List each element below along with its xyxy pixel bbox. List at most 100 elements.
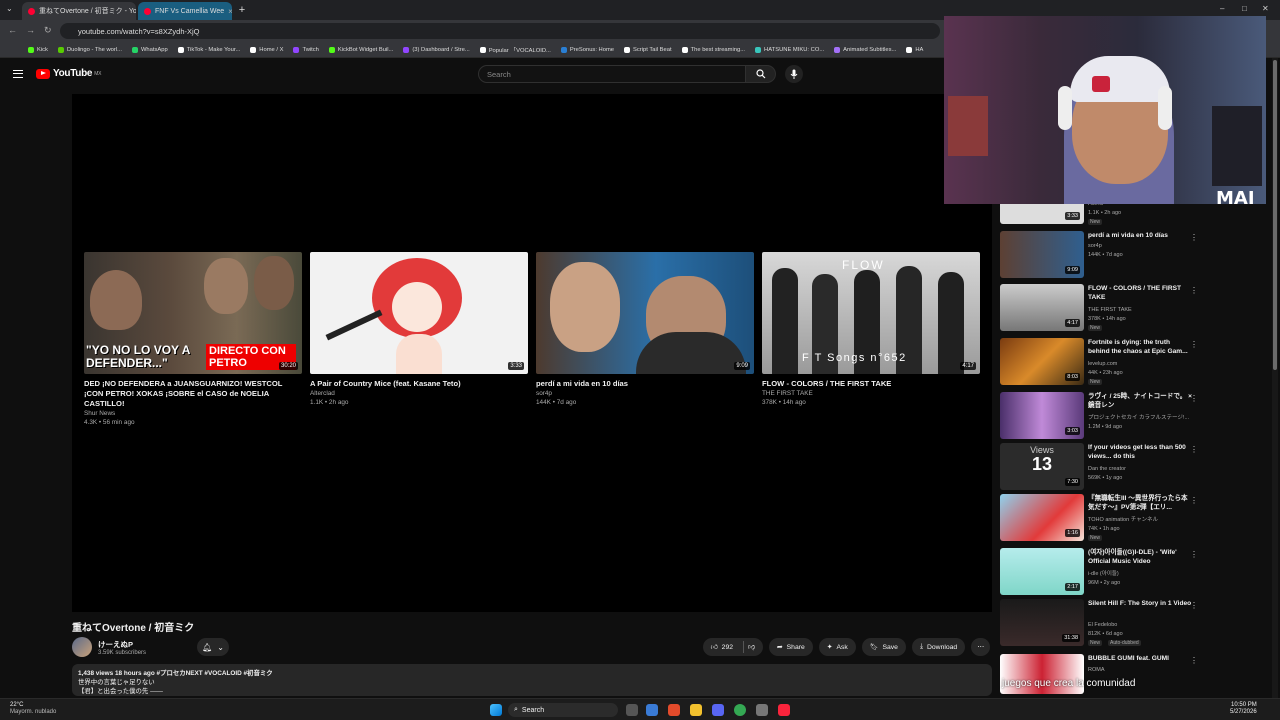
bookmark[interactable]: HA <box>906 46 923 53</box>
tab-current-video[interactable]: 重ねてOvertone / 初音ミク - You × <box>22 2 136 20</box>
like-button[interactable]: 👍︎ 292 👎︎ <box>702 638 763 656</box>
save-button[interactable]: 🔖︎ Save <box>861 638 906 656</box>
app-icon[interactable] <box>646 704 658 716</box>
task-view-icon[interactable] <box>626 704 638 716</box>
subscriber-count: 3.59K subscribers <box>98 649 147 656</box>
list-item[interactable]: Views 13 7:30 If your videos get less th… <box>1000 443 1210 493</box>
bookmark[interactable]: WhatsApp <box>131 46 168 53</box>
more-icon[interactable]: ⋮ <box>1190 286 1198 295</box>
maximize-icon[interactable]: □ <box>1242 4 1247 13</box>
music-icon[interactable] <box>778 704 790 716</box>
bookmark[interactable]: Duolingo - The worl... <box>57 46 122 53</box>
more-icon[interactable]: ⋮ <box>1190 550 1198 559</box>
video-title[interactable]: DED ¡NO DEFENDERA a JUANSGUARNIZO! WESTC… <box>84 379 302 409</box>
bookmark[interactable]: TikTok - Make Your... <box>177 46 240 53</box>
tab-title: 重ねてOvertone / 初音ミク - You <box>39 8 136 15</box>
thumbs-down-icon[interactable]: 👎︎ <box>748 643 755 651</box>
video-thumbnail: FLOW F T Songs n°652 4:17 <box>762 252 980 374</box>
list-item[interactable]: 9:09 perdí a mi vida en 10 días sor4p 14… <box>1000 231 1210 281</box>
page-scrollbar[interactable] <box>1272 58 1278 698</box>
share-button[interactable]: ➦ Share <box>768 638 813 656</box>
tab-search-icon[interactable]: ⌄ <box>6 4 13 13</box>
back-icon[interactable]: ← <box>8 25 17 35</box>
bookmark[interactable]: Kick <box>28 46 48 53</box>
duration-badge: 4:17 <box>960 362 976 370</box>
youtube-logo[interactable]: YouTube MX <box>36 68 101 79</box>
channel-name: Alterclad <box>310 390 335 397</box>
list-item[interactable]: 31:38 Silent Hill F: The Story in 1 Vide… <box>1000 599 1210 649</box>
notification-button[interactable]: 🔔︎ ⌄ <box>197 638 230 656</box>
taskbar-search[interactable]: ⌕ Search <box>508 703 618 717</box>
share-icon: ➦ <box>776 644 783 651</box>
list-item[interactable]: 4:17 FLOW - COLORS / THE FIRST TAKE THE … <box>1000 284 1210 334</box>
bookmark[interactable]: Script Tail Beat <box>624 46 672 53</box>
description-box[interactable]: 1,438 views 18 hours ago #プロセカNEXT #VOCA… <box>72 664 992 696</box>
bookmark[interactable]: The best streaming... <box>681 46 745 53</box>
more-icon[interactable]: ⋮ <box>1190 233 1198 242</box>
chevron-down-icon: ⌄ <box>217 642 224 652</box>
more-actions-button[interactable]: ⋯ <box>971 638 990 656</box>
list-item[interactable]: 3:03 ラヴィ / 25時、ナイトコードで。 × 鏡音レン プロジェクトセカイ… <box>1000 392 1210 442</box>
video-thumbnail: 3:03 <box>1000 392 1084 439</box>
duration-badge: 3:33 <box>508 362 524 370</box>
search-input[interactable]: Search <box>478 65 746 83</box>
tab-fnf[interactable]: FNF Vs Camellia Wee × <box>138 2 232 20</box>
weather-widget[interactable]: 22°C Mayorm. nublado <box>10 702 56 716</box>
video-meta: 144K • 7d ago <box>536 399 577 406</box>
endscreen-video-4[interactable]: FLOW F T Songs n°652 4:17 FLOW - COLORS … <box>762 252 980 407</box>
endscreen-video-1[interactable]: "YO NO LO VOY A DEFENDER..." DIRECTO CON… <box>84 252 302 427</box>
folder-icon[interactable] <box>690 704 702 716</box>
bookmark[interactable]: Home / X <box>250 46 283 53</box>
forward-icon[interactable]: → <box>26 25 35 35</box>
list-item[interactable]: 2:17 (여자)아이들((G)I-DLE) - 'Wife' Official… <box>1000 548 1210 598</box>
endscreen-video-3[interactable]: 9:09 perdí a mi vida en 10 días sor4p 14… <box>536 252 754 407</box>
discord-icon[interactable] <box>712 704 724 716</box>
minimize-icon[interactable]: – <box>1220 4 1224 13</box>
video-thumbnail: 31:38 <box>1000 599 1084 646</box>
video-title[interactable]: perdí a mi vida en 10 días <box>536 379 754 389</box>
chrome-icon[interactable] <box>734 704 746 716</box>
search-icon: ⌕ <box>514 706 518 713</box>
windows-start-icon[interactable] <box>490 704 502 716</box>
search-button[interactable] <box>746 65 776 83</box>
list-item[interactable]: 8:03 Fortnite is dying: the truth behind… <box>1000 338 1210 388</box>
endscreen-video-2[interactable]: 3:33 A Pair of Country Mice (feat. Kasan… <box>310 252 528 407</box>
close-window-icon[interactable]: ✕ <box>1262 4 1269 13</box>
bookmark[interactable]: Twitch <box>293 46 319 53</box>
video-player[interactable]: "YO NO LO VOY A DEFENDER..." DIRECTO CON… <box>72 94 992 612</box>
video-title[interactable]: FLOW - COLORS / THE FIRST TAKE <box>762 379 980 389</box>
bookmark[interactable]: KickBot Widget Buil... <box>328 46 393 53</box>
more-icon[interactable]: ⋮ <box>1190 394 1198 403</box>
ask-button[interactable]: ✦ Ask <box>818 638 856 656</box>
settings-icon[interactable] <box>756 704 768 716</box>
channel-name[interactable]: けーえぬP <box>98 639 146 650</box>
video-title[interactable]: A Pair of Country Mice (feat. Kasane Tet… <box>310 379 528 389</box>
action-bar: 👍︎ 292 👎︎ ➦ Share ✦ Ask 🔖︎ Save ⤓ Download ⋯ <box>702 638 990 656</box>
bookmark[interactable]: HATSUNE MIKU: CO... <box>755 46 824 53</box>
reload-icon[interactable]: ↻ <box>44 25 52 36</box>
video-thumbnail: 2:17 <box>1000 548 1084 595</box>
app-icon[interactable] <box>668 704 680 716</box>
more-icon[interactable]: ⋮ <box>1190 445 1198 454</box>
description-meta: 1,438 views 18 hours ago #プロセカNEXT #VOCA… <box>78 670 273 677</box>
download-button[interactable]: ⤓ Download <box>911 638 966 656</box>
avatar[interactable] <box>72 637 92 657</box>
bookmark[interactable]: PreSonus: Home <box>560 46 614 53</box>
hamburger-menu-icon[interactable] <box>13 70 23 78</box>
close-tab-icon[interactable]: × <box>228 7 232 16</box>
more-icon[interactable]: ⋮ <box>1190 496 1198 505</box>
new-tab-button[interactable]: + <box>236 4 248 16</box>
address-input[interactable]: youtube.com/watch?v=s8XZydh-XjQ <box>60 23 940 39</box>
clock[interactable]: 10:50 PM 5/27/2026 <box>1230 702 1257 716</box>
more-icon[interactable]: ⋮ <box>1190 656 1198 665</box>
list-item[interactable]: 1:16 『無職転生III ～異世界行ったら本気だす～』PV第2弾【エリ... … <box>1000 494 1210 544</box>
bookmark[interactable]: Animated Subtitles... <box>834 46 896 53</box>
bookmark[interactable]: Popular 「VOCALOID... <box>479 45 551 54</box>
page-title: 重ねてOvertone / 初音ミク <box>72 623 195 634</box>
microphone-icon <box>790 69 798 79</box>
webcam-overlay: MAI <box>944 16 1266 204</box>
bookmark[interactable]: (3) Dashboard / Stre... <box>403 46 470 53</box>
voice-search-button[interactable] <box>785 65 803 83</box>
more-icon[interactable]: ⋮ <box>1190 601 1198 610</box>
more-icon[interactable]: ⋮ <box>1190 340 1198 349</box>
